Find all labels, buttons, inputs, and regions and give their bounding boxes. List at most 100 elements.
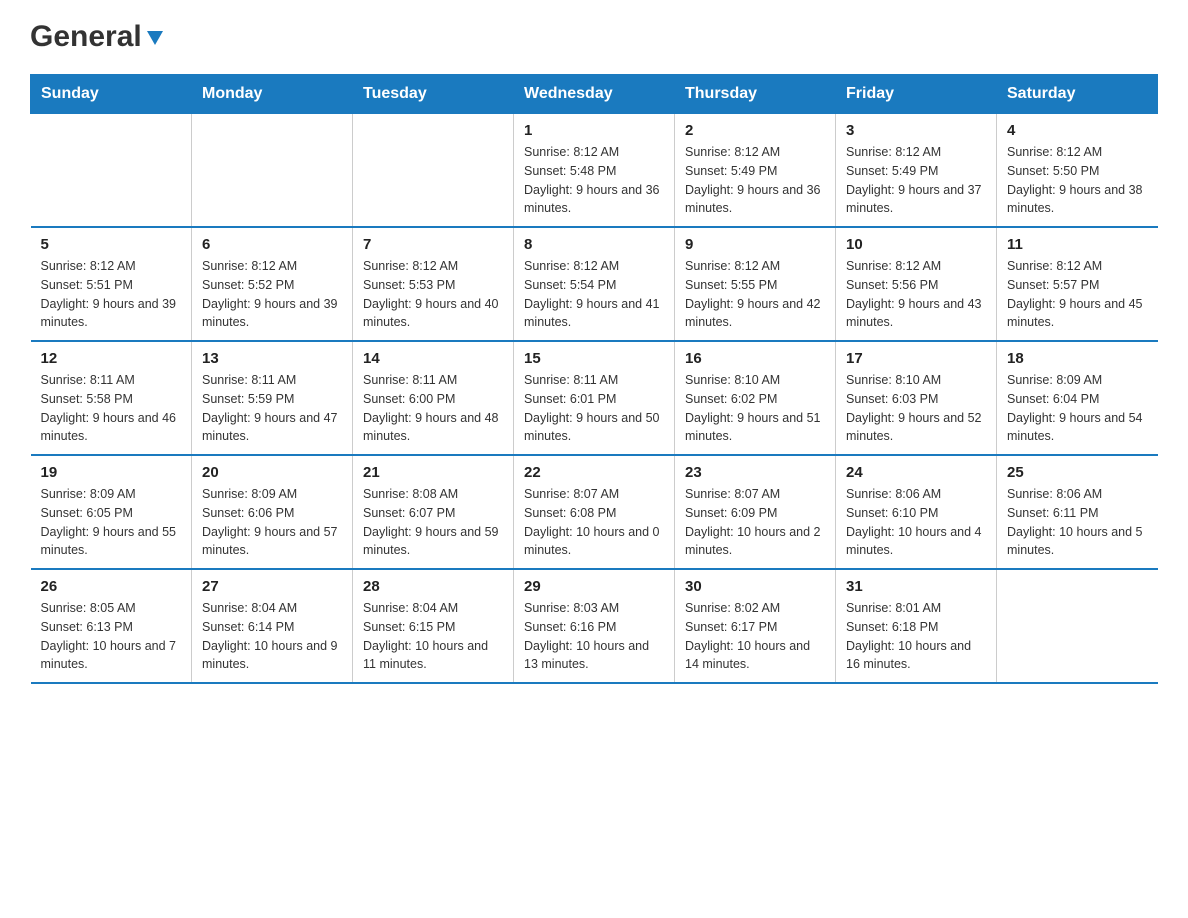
calendar-header-row: SundayMondayTuesdayWednesdayThursdayFrid… bbox=[31, 75, 1158, 114]
calendar-day-22: 22 Sunrise: 8:07 AMSunset: 6:08 PMDayligh… bbox=[514, 455, 675, 569]
calendar-day-8: 8 Sunrise: 8:12 AMSunset: 5:54 PMDaylight… bbox=[514, 227, 675, 341]
weekday-header-wednesday: Wednesday bbox=[514, 75, 675, 114]
calendar-week-row: 26 Sunrise: 8:05 AMSunset: 6:13 PMDayligh… bbox=[31, 569, 1158, 683]
calendar-day-25: 25Sunrise: 8:06 AMSunset: 6:11 PMDayligh… bbox=[997, 455, 1158, 569]
day-number: 31 bbox=[846, 578, 986, 595]
calendar-day-26: 26 Sunrise: 8:05 AMSunset: 6:13 PMDayligh… bbox=[31, 569, 192, 683]
day-number: 19 bbox=[41, 464, 182, 481]
day-number: 14 bbox=[363, 350, 503, 367]
calendar-day-12: 12 Sunrise: 8:11 AMSunset: 5:58 PMDayligh… bbox=[31, 341, 192, 455]
day-info: Sunrise: 8:12 AMSunset: 5:54 PMDaylight:… bbox=[524, 257, 664, 332]
day-number: 6 bbox=[202, 236, 342, 253]
day-number: 11 bbox=[1007, 236, 1148, 253]
calendar-day-14: 14 Sunrise: 8:11 AMSunset: 6:00 PMDayligh… bbox=[353, 341, 514, 455]
day-number: 21 bbox=[363, 464, 503, 481]
day-number: 13 bbox=[202, 350, 342, 367]
calendar-day-17: 17 Sunrise: 8:10 AMSunset: 6:03 PMDayligh… bbox=[836, 341, 997, 455]
calendar-day-10: 10 Sunrise: 8:12 AMSunset: 5:56 PMDayligh… bbox=[836, 227, 997, 341]
day-info: Sunrise: 8:08 AMSunset: 6:07 PMDaylight:… bbox=[363, 485, 503, 560]
calendar-empty-cell bbox=[997, 569, 1158, 683]
day-info: Sunrise: 8:11 AMSunset: 6:00 PMDaylight:… bbox=[363, 371, 503, 446]
day-number: 16 bbox=[685, 350, 825, 367]
day-info: Sunrise: 8:05 AMSunset: 6:13 PMDaylight:… bbox=[41, 599, 182, 674]
day-info: Sunrise: 8:10 AMSunset: 6:02 PMDaylight:… bbox=[685, 371, 825, 446]
day-info: Sunrise: 8:12 AMSunset: 5:49 PMDaylight:… bbox=[846, 143, 986, 218]
calendar-week-row: 19 Sunrise: 8:09 AMSunset: 6:05 PMDayligh… bbox=[31, 455, 1158, 569]
weekday-header-thursday: Thursday bbox=[675, 75, 836, 114]
weekday-header-friday: Friday bbox=[836, 75, 997, 114]
day-number: 2 bbox=[685, 122, 825, 139]
day-info: Sunrise: 8:06 AMSunset: 6:10 PMDaylight:… bbox=[846, 485, 986, 560]
day-number: 26 bbox=[41, 578, 182, 595]
day-number: 3 bbox=[846, 122, 986, 139]
day-number: 17 bbox=[846, 350, 986, 367]
calendar-day-3: 3 Sunrise: 8:12 AMSunset: 5:49 PMDaylight… bbox=[836, 114, 997, 228]
calendar-table: SundayMondayTuesdayWednesdayThursdayFrid… bbox=[30, 74, 1158, 684]
day-number: 15 bbox=[524, 350, 664, 367]
calendar-week-row: 5 Sunrise: 8:12 AMSunset: 5:51 PMDaylight… bbox=[31, 227, 1158, 341]
day-number: 23 bbox=[685, 464, 825, 481]
day-number: 4 bbox=[1007, 122, 1148, 139]
day-info: Sunrise: 8:09 AMSunset: 6:05 PMDaylight:… bbox=[41, 485, 182, 560]
weekday-header-sunday: Sunday bbox=[31, 75, 192, 114]
calendar-day-1: 1Sunrise: 8:12 AMSunset: 5:48 PMDaylight… bbox=[514, 114, 675, 228]
day-info: Sunrise: 8:12 AMSunset: 5:53 PMDaylight:… bbox=[363, 257, 503, 332]
day-info: Sunrise: 8:01 AMSunset: 6:18 PMDaylight:… bbox=[846, 599, 986, 674]
calendar-day-18: 18 Sunrise: 8:09 AMSunset: 6:04 PMDayligh… bbox=[997, 341, 1158, 455]
calendar-day-9: 9 Sunrise: 8:12 AMSunset: 5:55 PMDaylight… bbox=[675, 227, 836, 341]
weekday-header-monday: Monday bbox=[192, 75, 353, 114]
calendar-day-28: 28Sunrise: 8:04 AMSunset: 6:15 PMDayligh… bbox=[353, 569, 514, 683]
weekday-header-saturday: Saturday bbox=[997, 75, 1158, 114]
day-number: 10 bbox=[846, 236, 986, 253]
day-info: Sunrise: 8:12 AMSunset: 5:55 PMDaylight:… bbox=[685, 257, 825, 332]
day-info: Sunrise: 8:04 AMSunset: 6:15 PMDaylight:… bbox=[363, 599, 503, 674]
day-info: Sunrise: 8:12 AMSunset: 5:56 PMDaylight:… bbox=[846, 257, 986, 332]
day-number: 29 bbox=[524, 578, 664, 595]
day-info: Sunrise: 8:12 AMSunset: 5:51 PMDaylight:… bbox=[41, 257, 182, 332]
day-info: Sunrise: 8:09 AMSunset: 6:06 PMDaylight:… bbox=[202, 485, 342, 560]
calendar-day-31: 31 Sunrise: 8:01 AMSunset: 6:18 PMDayligh… bbox=[836, 569, 997, 683]
day-info: Sunrise: 8:12 AMSunset: 5:57 PMDaylight:… bbox=[1007, 257, 1148, 332]
calendar-empty-cell bbox=[192, 114, 353, 228]
calendar-day-4: 4 Sunrise: 8:12 AMSunset: 5:50 PMDaylight… bbox=[997, 114, 1158, 228]
day-number: 18 bbox=[1007, 350, 1148, 367]
day-number: 8 bbox=[524, 236, 664, 253]
calendar-day-2: 2 Sunrise: 8:12 AMSunset: 5:49 PMDaylight… bbox=[675, 114, 836, 228]
calendar-day-15: 15 Sunrise: 8:11 AMSunset: 6:01 PMDayligh… bbox=[514, 341, 675, 455]
day-number: 5 bbox=[41, 236, 182, 253]
day-info: Sunrise: 8:04 AMSunset: 6:14 PMDaylight:… bbox=[202, 599, 342, 674]
calendar-empty-cell bbox=[353, 114, 514, 228]
day-info: Sunrise: 8:11 AMSunset: 6:01 PMDaylight:… bbox=[524, 371, 664, 446]
day-info: Sunrise: 8:07 AMSunset: 6:09 PMDaylight:… bbox=[685, 485, 825, 560]
day-number: 24 bbox=[846, 464, 986, 481]
day-info: Sunrise: 8:12 AMSunset: 5:50 PMDaylight:… bbox=[1007, 143, 1148, 218]
logo-triangle-icon bbox=[143, 25, 167, 49]
calendar-day-5: 5 Sunrise: 8:12 AMSunset: 5:51 PMDaylight… bbox=[31, 227, 192, 341]
calendar-day-20: 20Sunrise: 8:09 AMSunset: 6:06 PMDayligh… bbox=[192, 455, 353, 569]
day-number: 30 bbox=[685, 578, 825, 595]
day-number: 1 bbox=[524, 122, 664, 139]
calendar-day-13: 13 Sunrise: 8:11 AMSunset: 5:59 PMDayligh… bbox=[192, 341, 353, 455]
day-number: 12 bbox=[41, 350, 182, 367]
day-number: 9 bbox=[685, 236, 825, 253]
day-info: Sunrise: 8:11 AMSunset: 5:59 PMDaylight:… bbox=[202, 371, 342, 446]
day-number: 22 bbox=[524, 464, 664, 481]
calendar-day-24: 24 Sunrise: 8:06 AMSunset: 6:10 PMDayligh… bbox=[836, 455, 997, 569]
weekday-header-tuesday: Tuesday bbox=[353, 75, 514, 114]
calendar-day-30: 30 Sunrise: 8:02 AMSunset: 6:17 PMDayligh… bbox=[675, 569, 836, 683]
day-number: 25 bbox=[1007, 464, 1148, 481]
calendar-day-27: 27 Sunrise: 8:04 AMSunset: 6:14 PMDayligh… bbox=[192, 569, 353, 683]
day-info: Sunrise: 8:12 AMSunset: 5:49 PMDaylight:… bbox=[685, 143, 825, 218]
page-header: General bbox=[30, 20, 1158, 54]
logo: General bbox=[30, 20, 168, 54]
calendar-day-6: 6Sunrise: 8:12 AMSunset: 5:52 PMDaylight… bbox=[192, 227, 353, 341]
day-info: Sunrise: 8:09 AMSunset: 6:04 PMDaylight:… bbox=[1007, 371, 1148, 446]
day-number: 7 bbox=[363, 236, 503, 253]
day-info: Sunrise: 8:11 AMSunset: 5:58 PMDaylight:… bbox=[41, 371, 182, 446]
day-info: Sunrise: 8:07 AMSunset: 6:08 PMDaylight:… bbox=[524, 485, 664, 560]
day-info: Sunrise: 8:10 AMSunset: 6:03 PMDaylight:… bbox=[846, 371, 986, 446]
day-info: Sunrise: 8:02 AMSunset: 6:17 PMDaylight:… bbox=[685, 599, 825, 674]
logo-general: General bbox=[30, 20, 142, 54]
calendar-day-23: 23 Sunrise: 8:07 AMSunset: 6:09 PMDayligh… bbox=[675, 455, 836, 569]
day-number: 27 bbox=[202, 578, 342, 595]
